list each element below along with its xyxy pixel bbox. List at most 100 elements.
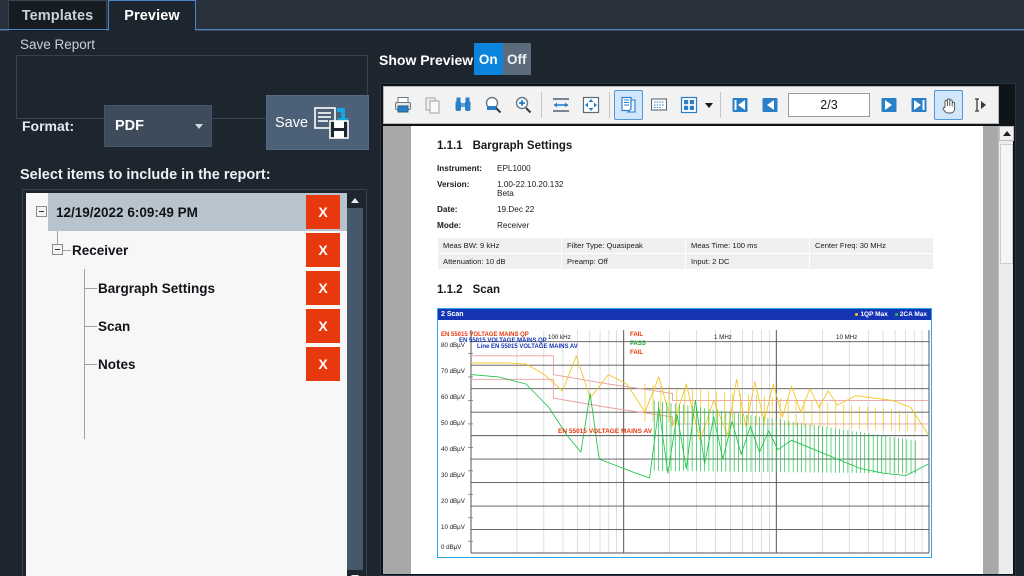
chart-svg (438, 320, 932, 558)
section-number: 1.1.1 (437, 140, 463, 152)
tree-connector (84, 326, 97, 327)
field-key: Mode: (437, 221, 497, 230)
next-page-icon[interactable] (874, 90, 903, 120)
table-row: Meas BW: 9 kHz Filter Type: Quasipeak Me… (438, 238, 934, 254)
tree-item-scan[interactable]: Scan X (26, 307, 348, 345)
tree-item-bargraph-settings[interactable]: Bargraph Settings X (26, 269, 348, 307)
y-tick-label: 60 dBµV (441, 394, 465, 401)
multi-page-grid-icon[interactable] (674, 90, 703, 120)
report-items-tree-panel: 12/19/2022 6:09:49 PM X Receiver X Bargr… (22, 189, 367, 576)
format-select[interactable]: PDF (104, 105, 212, 147)
remove-item-button[interactable]: X (306, 347, 340, 381)
multi-page-dropdown-icon[interactable] (705, 103, 713, 108)
remove-item-button[interactable]: X (306, 271, 340, 305)
toggle-off-option[interactable]: Off (503, 43, 532, 75)
tab-templates[interactable]: Templates (8, 0, 107, 31)
scrollbar-thumb[interactable] (1000, 144, 1013, 264)
report-items-tree[interactable]: 12/19/2022 6:09:49 PM X Receiver X Bargr… (26, 193, 348, 576)
y-tick-label: 80 dBµV (441, 342, 465, 349)
field-value: 19.Dec 22 (497, 205, 534, 214)
legend-label: 1QP Max (860, 311, 887, 318)
y-tick-label: 40 dBµV (441, 446, 465, 453)
preview-toolbar: 2/3 (383, 86, 999, 124)
save-button[interactable]: Save (266, 95, 369, 150)
table-cell: Input: 2 DC (686, 254, 810, 270)
table-cell: Meas BW: 9 kHz (438, 238, 562, 254)
show-preview-toggle[interactable]: On Off (474, 43, 531, 75)
tree-item-receiver[interactable]: Receiver X (26, 231, 348, 269)
tree-connector (84, 269, 85, 439)
single-page-icon[interactable] (614, 90, 643, 120)
legend-item-1qp-max: 1QP Max (855, 311, 887, 318)
page-indicator: 2/3 (820, 98, 837, 112)
report-preview-window: Templates Preview Save Report Format: PD… (0, 0, 1024, 576)
scroll-down-arrow-icon[interactable] (347, 570, 363, 576)
page-number-input[interactable]: 2/3 (788, 93, 870, 117)
pan-hand-icon[interactable] (934, 90, 963, 120)
previous-page-icon[interactable] (755, 90, 784, 120)
tree-item-label: Scan (98, 319, 130, 334)
table-cell: Center Freq: 30 MHz (810, 238, 934, 254)
document-preview-frame: 2/3 (380, 83, 1016, 576)
y-tick-label: 0 dBµV (441, 544, 461, 551)
format-select-value: PDF (115, 118, 144, 134)
preview-vertical-scrollbar[interactable] (998, 126, 1013, 574)
document-page: 1.1.1 Bargraph Settings Instrument: EPL1… (411, 126, 983, 574)
tab-bar: Templates Preview (0, 0, 1024, 31)
toolbar-separator (609, 92, 610, 118)
field-key: Instrument: (437, 164, 497, 173)
fit-page-icon[interactable] (576, 90, 605, 120)
save-floppy-icon (312, 105, 352, 141)
remove-item-button[interactable]: X (306, 195, 340, 229)
scroll-up-arrow-icon[interactable] (999, 126, 1014, 141)
table-cell: Filter Type: Quasipeak (562, 238, 686, 254)
tab-preview-label: Preview (124, 8, 180, 24)
document-canvas[interactable]: 1.1.1 Bargraph Settings Instrument: EPL1… (383, 126, 999, 574)
zoom-in-icon[interactable] (508, 90, 537, 120)
tab-templates-label: Templates (22, 8, 94, 24)
tab-preview[interactable]: Preview (108, 0, 196, 31)
limit-line-2-verdict: PASS (630, 341, 646, 347)
legend-label: 2CA Max (900, 311, 927, 318)
toggle-on-option[interactable]: On (474, 43, 503, 75)
y-tick-label: 70 dBµV (441, 368, 465, 375)
table-cell (810, 254, 934, 270)
tree-item-label: Receiver (72, 243, 128, 258)
legend-color-swatch (855, 313, 858, 316)
copy-icon[interactable] (418, 90, 447, 120)
fit-width-icon[interactable] (546, 90, 575, 120)
remove-item-button[interactable]: X (306, 233, 340, 267)
zoom-out-icon[interactable] (478, 90, 507, 120)
tree-item-notes[interactable]: Notes X (26, 345, 348, 383)
preview-pane: Show Preview On Off (376, 31, 1024, 576)
toolbar-separator (720, 92, 721, 118)
scan-chart-block: 1.1.2 Scan 2 Scan 1QP Max (437, 284, 959, 558)
field-date: Date: 19.Dec 22 (437, 205, 959, 214)
scroll-up-arrow-icon[interactable] (347, 193, 363, 208)
first-page-icon[interactable] (725, 90, 754, 120)
print-icon[interactable] (388, 90, 417, 120)
y-tick-label: 30 dBµV (441, 472, 465, 479)
continuous-page-icon[interactable] (644, 90, 673, 120)
scan-chart: 2 Scan 1QP Max 2CA Max (437, 308, 932, 558)
field-version: Version: 1.00-22.10.20.132 Beta (437, 180, 959, 198)
section-title: Scan (473, 284, 501, 296)
toolbar-separator (541, 92, 542, 118)
tree-expander-icon[interactable] (52, 244, 63, 255)
tree-item-timestamp[interactable]: 12/19/2022 6:09:49 PM X (26, 193, 348, 231)
tree-expander-icon[interactable] (36, 206, 47, 217)
last-page-icon[interactable] (904, 90, 933, 120)
format-label: Format: (22, 118, 74, 134)
legend-color-swatch (895, 313, 898, 316)
remove-item-button[interactable]: X (306, 309, 340, 343)
field-value: Receiver (497, 221, 529, 230)
table-cell: Attenuation: 10 dB (438, 254, 562, 270)
tree-vertical-scrollbar[interactable] (347, 193, 363, 576)
tree-connector (84, 288, 97, 289)
limit-line-3-label: Line EN 55015 VOLTAGE MAINS AV (477, 344, 578, 350)
find-binoculars-icon[interactable] (448, 90, 477, 120)
text-select-icon[interactable] (964, 90, 993, 120)
field-instrument: Instrument: EPL1000 (437, 164, 959, 173)
chart-title: 2 Scan (441, 311, 464, 318)
chart-annotation: EN 55015 VOLTAGE MAINS AV (558, 428, 652, 435)
